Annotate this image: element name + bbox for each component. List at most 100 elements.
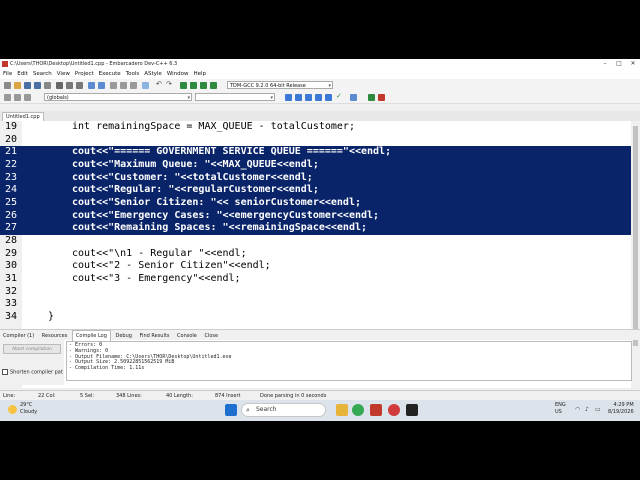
bottom-tab-bar: Compiler (1) Resources Compile Log Debug… [0,329,640,341]
code-line[interactable]: 20 [0,134,631,147]
battery-icon[interactable]: ▭ [595,406,601,413]
code-line[interactable]: 30 cout<<"2 - Senior Citizen"<<endl; [0,260,631,273]
tab-debug[interactable]: Debug [113,331,135,341]
line-number: 28 [4,235,17,247]
symbol-select[interactable]: ▾ [195,93,275,101]
clock-time: 4:29 PM [613,402,634,408]
debug-step-icon[interactable] [285,94,292,101]
code-line[interactable]: 33 [0,298,631,311]
code-line[interactable]: 28 [0,235,631,248]
redo-icon[interactable]: ↷ [166,80,172,88]
code-line[interactable]: 23 cout<<"Customer: "<<totalCustomer<<end… [0,171,631,185]
breakpoint-icon[interactable] [368,94,375,101]
open-icon[interactable] [14,82,21,89]
code-text: cout<<"Senior Citizen: "<< seniorCustome… [72,197,361,209]
indent-icon[interactable] [142,82,149,89]
language-indicator[interactable]: ENG US [555,402,566,416]
menu-astyle[interactable]: AStyle [144,69,162,79]
code-line[interactable]: 31 cout<<"3 - Emergency"<<endl; [0,273,631,286]
close-file-icon[interactable] [44,82,51,89]
new-file-icon[interactable] [4,82,11,89]
line-number: 23 [4,171,17,183]
menu-execute[interactable]: Execute [99,69,121,79]
line-number: 29 [4,247,17,259]
code-text: cout<<"3 - Emergency"<<endl; [72,273,241,285]
menu-edit[interactable]: Edit [17,69,28,79]
line-number: 34 [4,311,17,323]
close-icon[interactable]: ✕ [626,59,640,69]
compile-icon[interactable] [180,82,187,89]
debug-run-to-icon[interactable] [325,94,332,101]
debug-into-icon[interactable] [305,94,312,101]
save-icon[interactable] [24,82,31,89]
menu-tools[interactable]: Tools [126,69,140,79]
chrome-icon[interactable] [352,404,364,416]
run-icon[interactable] [190,82,197,89]
file-explorer-icon[interactable] [336,404,348,416]
menu-search[interactable]: Search [33,69,52,79]
tab-compile-log[interactable]: Compile Log [71,330,111,341]
menu-file[interactable]: File [3,69,12,79]
minimize-icon[interactable]: – [598,59,612,69]
code-line[interactable]: 21 cout<<"====== GOVERNMENT SERVICE QUEUE… [0,146,631,159]
tiktok-icon[interactable] [406,404,418,416]
debug-next-icon[interactable] [295,94,302,101]
system-clock[interactable]: 4:29 PM 8/19/2026 [608,402,634,416]
undo-icon[interactable]: ↶ [156,80,162,88]
code-line[interactable]: 26 cout<<"Emergency Cases: "<<emergencyCu… [0,209,631,223]
scrollbar-thumb[interactable] [633,126,638,346]
find-icon[interactable] [88,82,95,89]
code-line[interactable]: 34} [0,311,631,324]
taskbar-search[interactable]: ⌕ Search [241,403,326,417]
code-line[interactable]: 22 cout<<"Maximum Queue: "<<MAX_QUEUE<<en… [0,159,631,172]
bookmark-icon[interactable] [24,94,31,101]
code-text: cout<<"\n1 - Regular "<<endl; [72,247,247,259]
compile-run-icon[interactable] [200,82,207,89]
debug-out-icon[interactable] [315,94,322,101]
rebuild-icon[interactable] [210,82,217,89]
code-line[interactable]: 27 cout<<"Remaining Spaces: "<<remainingS… [0,222,631,236]
goto-icon[interactable] [14,94,21,101]
devcpp-taskbar-icon[interactable] [370,404,382,416]
maximize-icon[interactable]: □ [612,59,626,69]
project-icon[interactable] [110,82,117,89]
print-icon[interactable] [56,82,63,89]
compiler-select[interactable]: TDM-GCC 9.2.0 64-bit Release ▾ [227,81,333,89]
menu-view[interactable]: View [57,69,70,79]
tab-console[interactable]: Console [174,331,200,341]
class-browser-icon[interactable] [4,94,11,101]
tab-find-results[interactable]: Find Results [137,331,173,341]
remove-file-icon[interactable] [130,82,137,89]
code-line[interactable]: 19 int remainingSpace = MAX_QUEUE - total… [0,121,631,134]
compile-log-controls: Abort compilation Shorten compiler pat [0,339,64,385]
title-bar: C:\Users\THOR\Desktop\Untitled1.cpp - Em… [0,59,640,69]
menu-window[interactable]: Window [167,69,189,79]
weather-widget[interactable]: 29°C Cloudy [20,402,37,416]
abort-compilation-button[interactable]: Abort compilation [3,344,61,354]
editor-scrollbar[interactable] [631,121,640,388]
add-file-icon[interactable] [120,82,127,89]
redo-toolbar-icon[interactable] [76,82,83,89]
stop-icon[interactable] [378,94,385,101]
search-placeholder: Search [256,406,277,413]
code-line[interactable]: 32 [0,286,631,299]
media-icon[interactable] [388,404,400,416]
code-line[interactable]: 24 cout<<"Regular: "<<regularCustomer<<en… [0,184,631,197]
volume-icon[interactable]: ♪ [585,406,589,413]
checkbox-icon[interactable] [2,369,8,375]
scope-select[interactable]: (globals) ▾ [44,93,192,101]
start-icon[interactable] [225,404,237,416]
tab-close[interactable]: Close [201,331,221,341]
code-text: int remainingSpace = MAX_QUEUE - totalCu… [72,121,355,132]
undo-toolbar-icon[interactable] [66,82,73,89]
replace-icon[interactable] [98,82,105,89]
watch-icon[interactable] [350,94,357,101]
check-icon[interactable]: ✓ [336,92,342,100]
save-all-icon[interactable] [34,82,41,89]
code-line[interactable]: 29 cout<<"\n1 - Regular "<<endl; [0,248,631,261]
menu-project[interactable]: Project [75,69,94,79]
menu-help[interactable]: Help [194,69,207,79]
shorten-paths-checkbox[interactable]: Shorten compiler pat [2,369,63,376]
code-line[interactable]: 25 cout<<"Senior Citizen: "<< seniorCusto… [0,197,631,210]
wifi-icon[interactable]: ◠ [575,406,580,413]
